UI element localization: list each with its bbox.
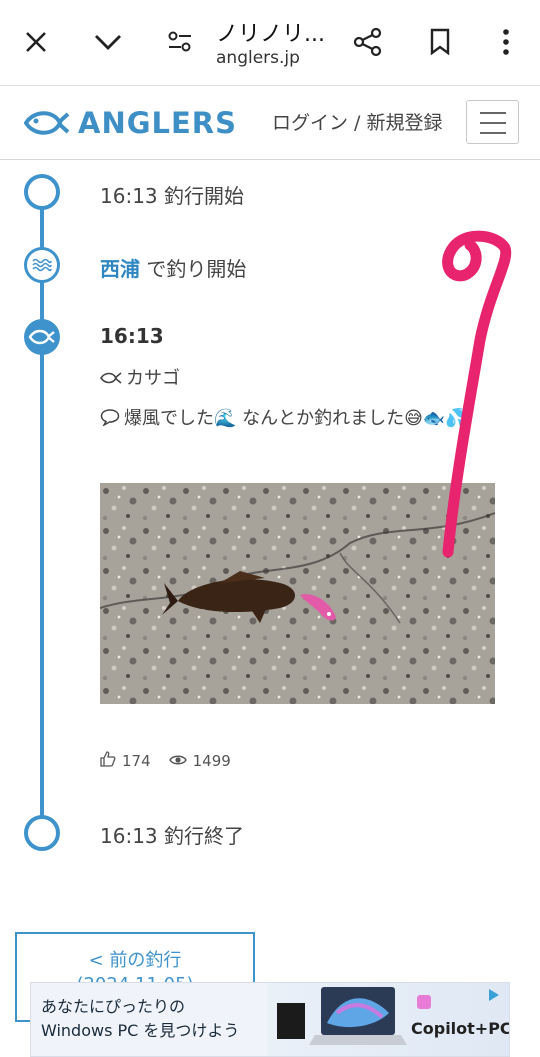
ad-brand: Copilot+PC <box>411 1019 510 1038</box>
spot-link[interactable]: 西浦 <box>100 257 140 281</box>
fish-species-row: カサゴ <box>100 364 180 390</box>
url-text[interactable]: anglers.jp <box>216 48 300 68</box>
speech-bubble-icon <box>100 408 120 431</box>
view-count: 1499 <box>192 752 231 770</box>
like-count: 174 <box>122 752 151 770</box>
timeline-start-node <box>24 174 60 210</box>
menu-icon <box>480 112 506 114</box>
water-wave-icon <box>24 247 60 283</box>
fish-species[interactable]: カサゴ <box>126 368 180 389</box>
site-logo[interactable]: ANGLERS <box>78 106 237 140</box>
site-settings-icon[interactable] <box>160 22 200 62</box>
browser-toolbar: ノリノリ... anglers.jp <box>0 0 540 86</box>
close-icon[interactable] <box>16 22 56 62</box>
timeline-end-node <box>24 815 60 851</box>
login-register-link[interactable]: ログイン / 新規登録 <box>272 108 442 135</box>
timeline-line <box>40 192 44 832</box>
catch-stats: 174 1499 <box>100 751 231 771</box>
catch-time: 16:13 <box>100 324 164 348</box>
eye-icon <box>168 752 187 770</box>
bookmark-icon[interactable] <box>420 22 460 62</box>
menu-icon-bar <box>480 132 506 134</box>
fish-catch-icon <box>24 319 60 355</box>
chevron-down-icon[interactable] <box>88 22 128 62</box>
page-title[interactable]: ノリノリ... <box>216 16 325 48</box>
ad-line-2: Windows PC を見つけよう <box>41 1021 240 1040</box>
ad-line-1: あなたにぴったりの <box>41 997 186 1016</box>
site-header: ANGLERS ログイン / 新規登録 <box>0 86 540 160</box>
previous-trip-label: < 前の釣行 <box>88 950 182 971</box>
hamburger-menu-button[interactable] <box>466 100 519 144</box>
spot-start-text: 西浦 で釣り開始 <box>100 253 246 282</box>
catch-comment-row: 爆風でした🌊 なんとか釣れました😅🐟💦 <box>100 404 468 431</box>
catch-comment: 爆風でした🌊 なんとか釣れました😅🐟💦 <box>124 408 468 429</box>
share-icon[interactable] <box>348 22 388 62</box>
thumbs-up-icon[interactable] <box>100 751 116 771</box>
ad-choices-icon[interactable] <box>483 986 505 1004</box>
small-fish-icon <box>100 369 122 390</box>
trip-end-text: 16:13 釣行終了 <box>100 824 244 848</box>
catch-photo[interactable] <box>100 483 495 704</box>
menu-icon-bar <box>480 122 506 124</box>
fish-logo-icon[interactable] <box>23 108 70 142</box>
trip-start-text: 16:13 釣行開始 <box>100 184 244 208</box>
ad-banner[interactable]: あなたにぴったりの Windows PC を見つけよう Copilot+PC <box>30 982 510 1057</box>
spot-suffix: で釣り開始 <box>140 257 247 281</box>
more-menu-icon[interactable] <box>486 22 526 62</box>
ad-text: あなたにぴったりの Windows PC を見つけよう <box>41 995 239 1043</box>
